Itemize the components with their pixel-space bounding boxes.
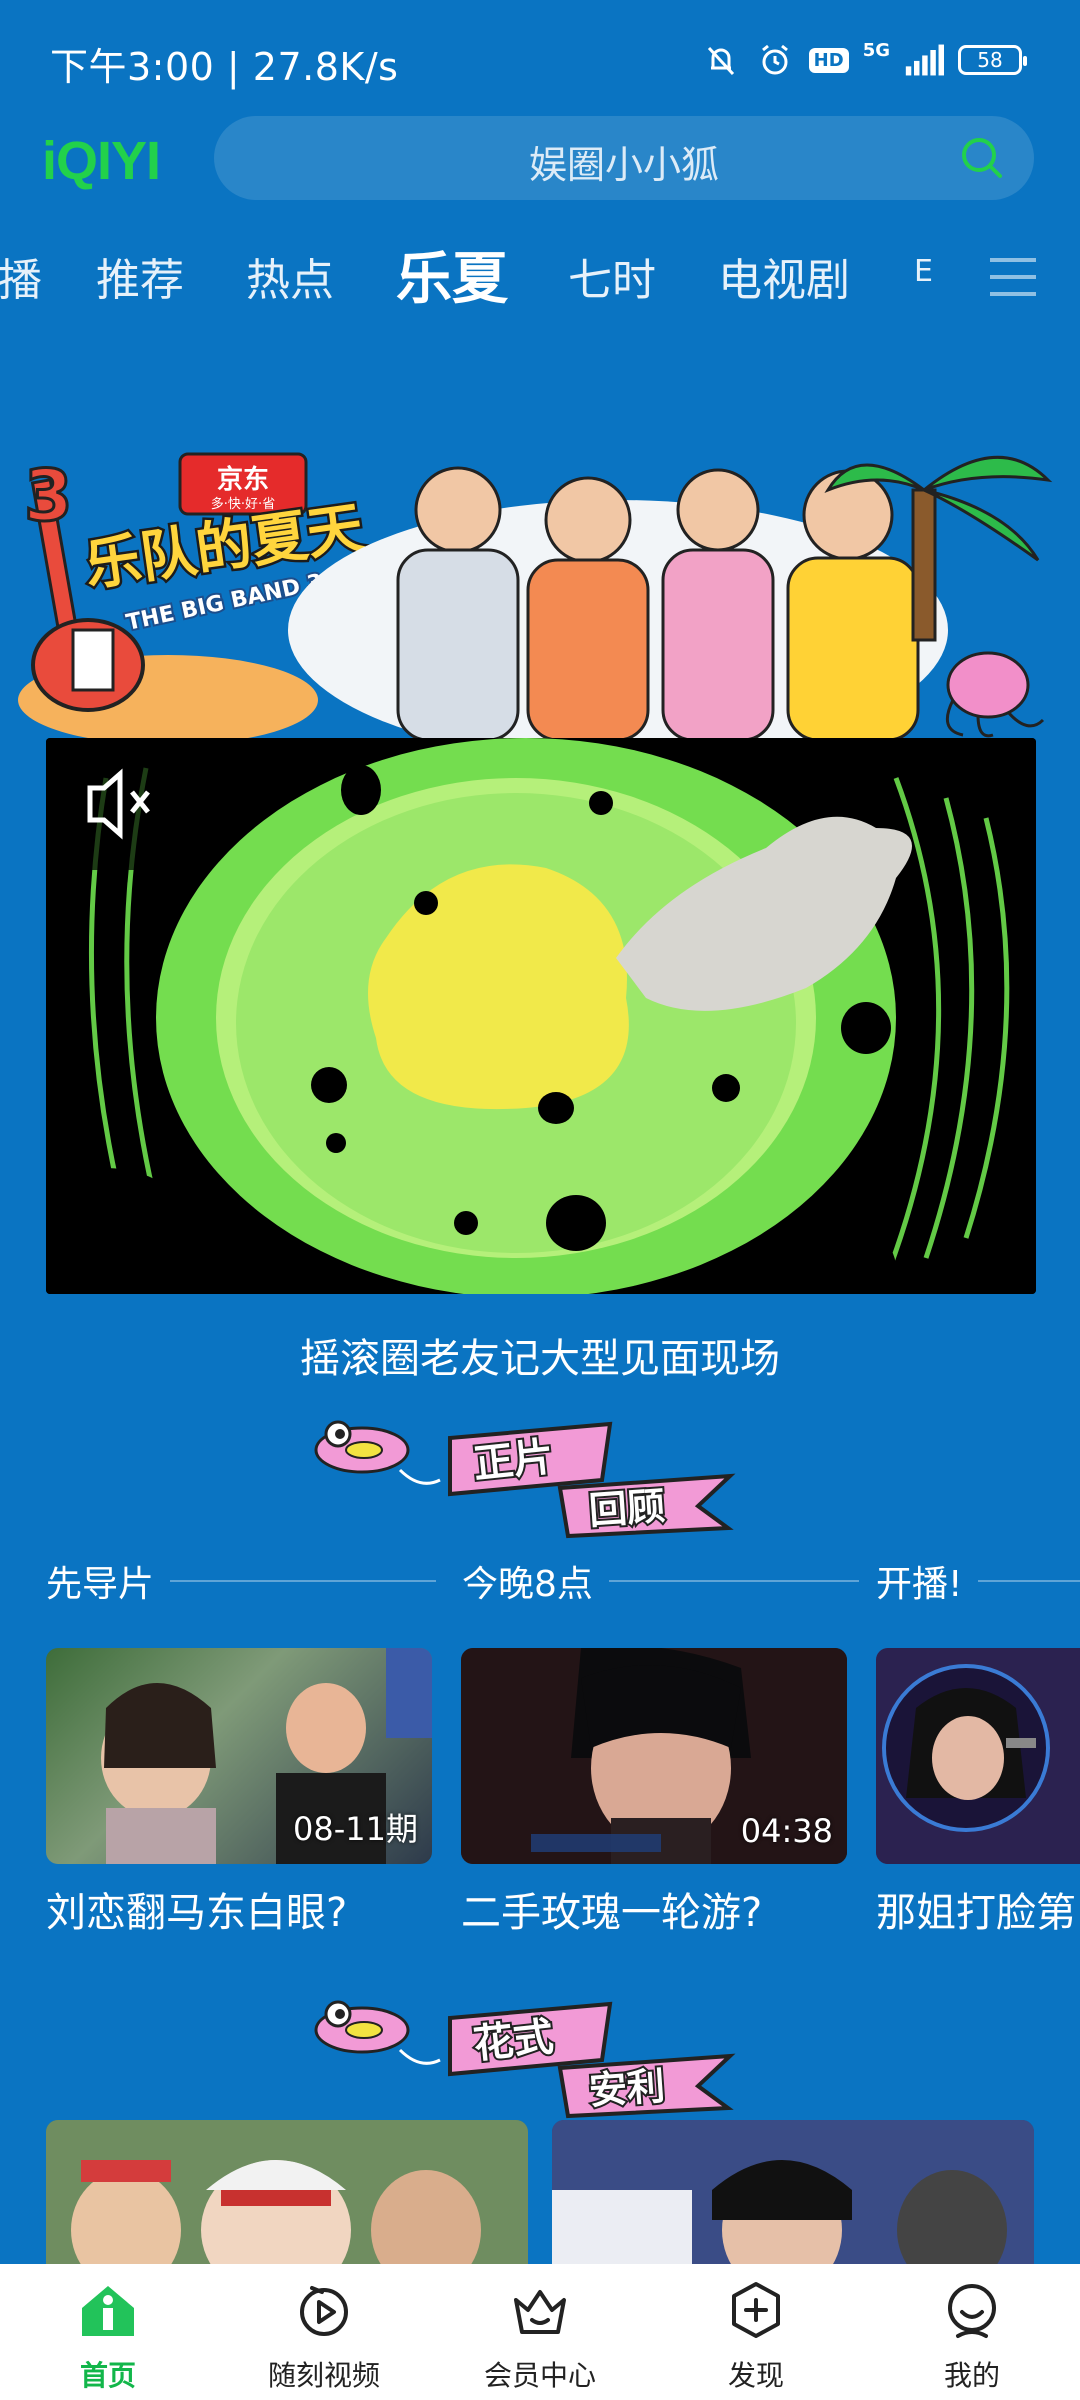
channel-tabs: 播 推荐 热点 乐夏 七时 电视剧 E (0, 232, 1080, 322)
nav-member-center[interactable]: 会员中心 (432, 2264, 648, 2400)
column-header-1: 先导片 (46, 1556, 437, 1606)
column-label-1: 先导片 (46, 1564, 155, 1605)
tab-hot[interactable]: 热点 (246, 244, 334, 308)
mute-button[interactable] (46, 738, 200, 870)
menu-icon[interactable] (986, 250, 1040, 304)
sticker-text-4: 安利 (588, 2064, 667, 2113)
column-divider-2 (608, 1580, 859, 1582)
tab-tv-series[interactable]: 电视剧 (718, 244, 850, 308)
column-label-3: 开播! (876, 1564, 963, 1605)
nav-mine-label: 我的 (943, 2359, 1000, 2392)
video-card-2[interactable]: 04:38 (461, 1648, 847, 1864)
tab-bo[interactable]: 播 (0, 244, 42, 308)
search-placeholder: 娱圈小小狐 (528, 143, 719, 187)
video-caption[interactable]: 摇滚圈老友记大型见面现场 (0, 1326, 1080, 1384)
tab-recommend[interactable]: 推荐 (96, 244, 184, 308)
play-icon (300, 2286, 348, 2336)
octopus-illustration (945, 651, 1045, 738)
battery-indicator: 58 (958, 45, 1027, 75)
tab-lexia[interactable]: 乐夏 (396, 234, 508, 315)
mute-bell-icon (701, 40, 741, 80)
plus-icon (732, 2282, 780, 2338)
signal-icon (904, 40, 944, 80)
column-header-2: 今晚8点 (462, 1556, 859, 1606)
profile-icon (948, 2284, 996, 2338)
home-icon (82, 2286, 134, 2336)
tab-e[interactable]: E (914, 254, 933, 289)
section-sticker-recommend: 花式 安利 (314, 2000, 736, 2119)
card-badge-1: 08-11期 (293, 1810, 418, 1848)
nav-suike-video[interactable]: 随刻视频 (216, 2264, 432, 2400)
search-bar[interactable]: 娱圈小小狐 (214, 116, 1034, 200)
sponsor-name: 京东 (217, 464, 269, 495)
fish-mascot-icon (314, 2000, 410, 2054)
video-card-5[interactable] (552, 2120, 1034, 2270)
search-icon[interactable] (958, 134, 1006, 182)
tab-qishi[interactable]: 七时 (568, 244, 656, 308)
banner-season-number: 3 (24, 455, 73, 537)
sticker-text-1: 正片 (471, 1434, 555, 1488)
status-icons: HD 5G 58 (701, 39, 1027, 80)
iqiyi-logo[interactable]: iQIYI (42, 130, 161, 192)
card-badge-2: 04:38 (740, 1812, 833, 1850)
alarm-icon (755, 40, 795, 80)
card-thumbnail-4 (46, 2120, 528, 2270)
card-thumbnail-5 (552, 2120, 1034, 2270)
nav-suike-video-label: 随刻视频 (267, 2359, 380, 2392)
nav-home-label: 首页 (79, 2359, 136, 2392)
card-title-1[interactable]: 刘恋翻马东白眼? (46, 1880, 347, 1938)
hd-badge: HD (808, 47, 849, 73)
video-card-1[interactable]: 08-11期 (46, 1648, 432, 1864)
video-card-4[interactable] (46, 2120, 528, 2270)
column-divider-1 (170, 1580, 437, 1582)
column-label-2: 今晚8点 (462, 1564, 593, 1605)
nav-discover-label: 发现 (727, 2359, 784, 2392)
nav-member-center-label: 会员中心 (483, 2359, 596, 2392)
card-title-2[interactable]: 二手玫瑰一轮游? (461, 1880, 762, 1938)
section-sticker-recap: 正片 回顾 (314, 1420, 736, 1539)
sticker-text-2: 回顾 (588, 1484, 667, 1533)
video-card-3[interactable] (876, 1648, 1080, 1864)
crown-icon (514, 2290, 566, 2334)
sticker-text-3: 花式 (471, 2014, 555, 2068)
top-header: iQIYI 娱圈小小狐 (0, 116, 1080, 204)
column-header-3: 开播! (876, 1556, 1080, 1606)
status-bar: 下午3:00 | 27.8K/s HD 5G 58 (0, 0, 1080, 120)
bottom-navigation: 首页 随刻视频 会员中心 发现 我的 (0, 2264, 1080, 2400)
column-divider-3 (978, 1580, 1080, 1582)
card-title-3[interactable]: 那姐打脸第 (876, 1880, 1076, 1938)
status-time-speed: 下午3:00 | 27.8K/s (50, 45, 399, 89)
card-thumbnail-3 (876, 1648, 1080, 1864)
fish-mascot-icon (314, 1420, 410, 1474)
nav-mine[interactable]: 我的 (864, 2264, 1080, 2400)
nav-home[interactable]: 首页 (0, 2264, 216, 2400)
network-label: 5G (862, 39, 890, 61)
show-banner[interactable]: 3 京东 多·快·好·省 乐队的夏天 THE BIG BAND 3 (18, 430, 1062, 740)
nav-discover[interactable]: 发现 (648, 2264, 864, 2400)
